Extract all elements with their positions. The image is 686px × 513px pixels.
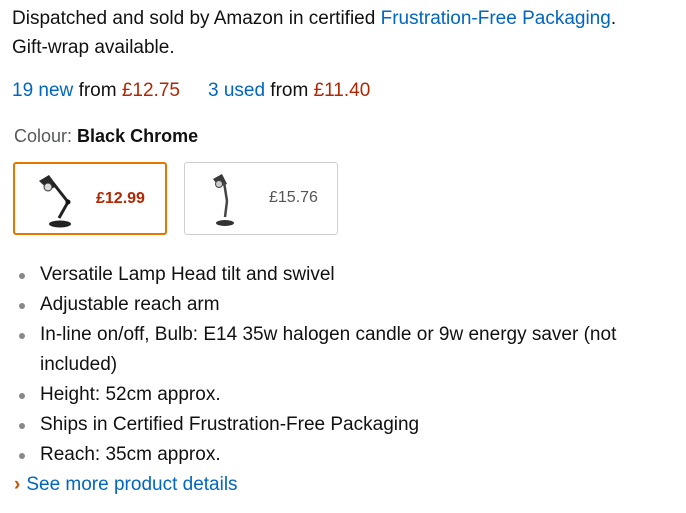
list-item: Ships in Certified Frustration-Free Pack… <box>12 410 684 440</box>
list-item: Height: 52cm approx. <box>12 380 684 410</box>
bullet-icon <box>19 303 25 309</box>
bullet-text: In-line on/off, Bulb: E14 35w halogen ca… <box>40 324 617 375</box>
list-item: Reach: 35cm approx. <box>12 440 684 470</box>
bullet-text: Ships in Certified Frustration-Free Pack… <box>40 414 420 435</box>
bullet-icon <box>19 423 25 429</box>
bullet-icon <box>19 273 25 279</box>
colour-label: Colour: <box>14 126 73 146</box>
other-offers: 19 new from £12.75 3 used from £11.40 <box>12 78 370 104</box>
feature-bullets: Versatile Lamp Head tilt and swivel Adju… <box>12 260 684 470</box>
swatch-price: £12.99 <box>96 190 145 207</box>
see-more-link[interactable]: See more product details <box>26 474 237 495</box>
list-item: Adjustable reach arm <box>12 290 684 320</box>
frustration-free-link[interactable]: Frustration-Free Packaging <box>381 8 611 29</box>
dispatch-info: Dispatched and sold by Amazon in certifi… <box>12 4 682 62</box>
swatch-alternate[interactable]: £15.76 <box>184 162 338 235</box>
lamp-thumbnail-icon <box>213 174 234 226</box>
new-offers-link[interactable]: 19 new <box>12 80 73 101</box>
bullet-text: Reach: 35cm approx. <box>40 444 221 465</box>
bullet-text: Height: 52cm approx. <box>40 384 221 405</box>
colour-value: Black Chrome <box>77 126 199 146</box>
chevron-right-icon: › <box>14 474 21 495</box>
swatch-price: £15.76 <box>269 189 318 206</box>
colour-selector-label: Colour: Black Chrome <box>14 124 198 148</box>
used-from-text: from <box>270 80 309 101</box>
bullet-icon <box>19 333 25 339</box>
new-offers-price: £12.75 <box>121 80 180 101</box>
swatch-black-chrome[interactable]: £12.99 <box>13 162 167 235</box>
product-buybox: Dispatched and sold by Amazon in certifi… <box>0 0 686 513</box>
dispatch-suffix: . <box>610 8 617 29</box>
list-item: In-line on/off, Bulb: E14 35w halogen ca… <box>12 320 684 380</box>
used-offers-link[interactable]: 3 used <box>208 80 265 101</box>
see-more-details: › See more product details <box>14 472 238 498</box>
list-item: Versatile Lamp Head tilt and swivel <box>12 260 684 290</box>
used-offers-price: £11.40 <box>313 80 371 101</box>
new-from-text: from <box>78 80 117 101</box>
bullet-text: Versatile Lamp Head tilt and swivel <box>40 264 335 285</box>
bullet-text: Adjustable reach arm <box>40 294 220 315</box>
bullet-icon <box>19 393 25 399</box>
gift-wrap-text: Gift-wrap available. <box>12 37 175 58</box>
lamp-thumbnail-icon <box>39 175 71 228</box>
dispatch-text: Dispatched and sold by Amazon in certifi… <box>12 8 381 29</box>
bullet-icon <box>19 453 25 459</box>
